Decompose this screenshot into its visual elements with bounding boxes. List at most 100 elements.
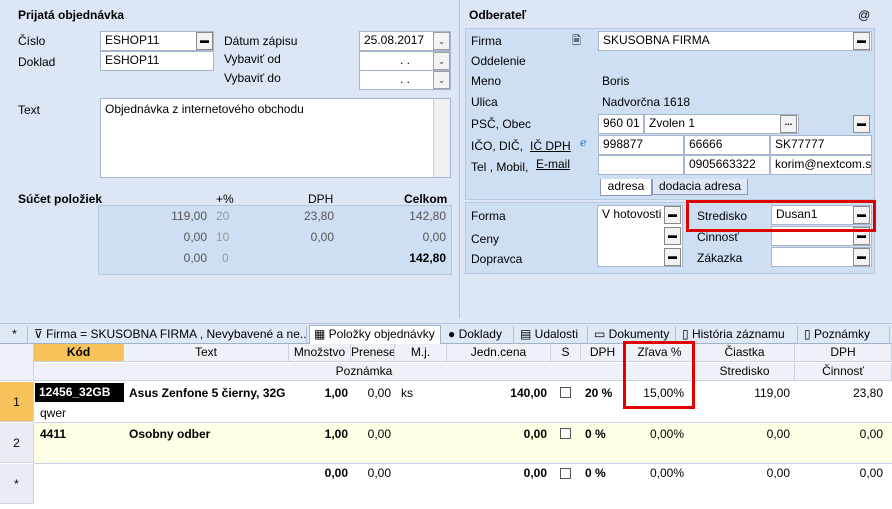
header-s[interactable]: S xyxy=(551,344,581,362)
summary-pct-3: 0 xyxy=(222,251,229,265)
row2-jedn-cena[interactable]: 0,00 xyxy=(447,425,547,443)
row2-mnozstvo[interactable]: 1,00 xyxy=(289,425,348,443)
obec-more-button[interactable]: ... xyxy=(780,115,797,133)
tab-star[interactable]: * xyxy=(2,326,28,344)
row1-text[interactable]: Asus Zenfone 5 čierny, 32G xyxy=(129,384,287,402)
row-indicator-2[interactable]: 2 xyxy=(0,423,34,463)
firma-input[interactable]: SKUSOBNA FIRMA xyxy=(598,31,872,51)
new-row-ciastka[interactable]: 0,00 xyxy=(695,457,790,489)
row2-text[interactable]: Osobny odber xyxy=(129,425,287,443)
new-row-jedn-cena[interactable]: 0,00 xyxy=(447,457,547,489)
dopravca-edit-button[interactable]: ▬ xyxy=(664,248,681,266)
row1-prenesene[interactable]: 0,00 xyxy=(351,384,391,402)
ico-input[interactable]: 998877 xyxy=(598,135,684,155)
summary-dph-1: 23,80 xyxy=(303,209,334,223)
forma-edit-button[interactable]: ▬ xyxy=(664,206,681,224)
row1-poznamka[interactable]: qwer xyxy=(40,404,640,422)
cislo-edit-button[interactable]: ▬ xyxy=(196,32,213,50)
header-kod[interactable]: Kód xyxy=(34,344,124,362)
doklad-input[interactable]: ESHOP11 xyxy=(100,51,214,71)
email-link[interactable]: E-mail xyxy=(536,157,570,171)
tab-polozky[interactable]: ▦ Položky objednávky xyxy=(309,325,441,345)
dic-input[interactable]: 66666 xyxy=(684,135,770,155)
history-icon: ▯ xyxy=(682,327,692,341)
zakazka-edit-button[interactable]: ▬ xyxy=(853,248,870,266)
summary-col-dph: DPH xyxy=(308,192,334,206)
row1-dph2[interactable]: 23,80 xyxy=(795,384,883,402)
udalosti-icon: ▤ xyxy=(520,327,535,341)
row1-mj[interactable]: ks xyxy=(401,384,441,402)
header-dph[interactable]: DPH xyxy=(581,344,625,362)
text-scrollbar[interactable] xyxy=(433,99,450,177)
obec-input[interactable]: Zvolen 1 xyxy=(644,114,799,134)
text-area[interactable]: Objednávka z internetového obchodu xyxy=(100,98,451,178)
vybavit-do-dropdown-icon[interactable]: ⌄ xyxy=(433,71,450,89)
obec-edit-button[interactable]: ▬ xyxy=(853,115,870,133)
row1-mnozstvo[interactable]: 1,00 xyxy=(289,384,348,402)
firma-lookup-icon[interactable]: 🗎 xyxy=(572,32,581,51)
row2-kod[interactable]: 4411 xyxy=(40,425,124,443)
tab-doklady[interactable]: ● Doklady xyxy=(444,326,514,344)
row1-ciastka[interactable]: 119,00 xyxy=(695,384,790,402)
row1-kod[interactable]: 12456_32GB xyxy=(35,383,124,402)
psc-input[interactable]: 960 01 xyxy=(598,114,644,134)
tab-polozky-label: Položky objednávky xyxy=(328,327,435,341)
new-row-s-checkbox[interactable] xyxy=(560,468,571,479)
row2-ciastka[interactable]: 0,00 xyxy=(695,425,790,443)
vybavit-od-dropdown-icon[interactable]: ⌄ xyxy=(433,52,450,70)
header-dph2[interactable]: DPH xyxy=(795,344,892,362)
tab-historia[interactable]: ▯ História záznamu xyxy=(678,326,798,344)
tab-filter[interactable]: ⊽ Firma = SKUSOBNA FIRMA , Nevybavené a … xyxy=(30,326,307,344)
row2-zlava[interactable]: 0,00% xyxy=(625,425,684,443)
row1-s-checkbox[interactable] xyxy=(560,387,571,398)
psc-label: PSČ, Obec xyxy=(471,117,532,131)
header-poznamka[interactable]: Poznámka xyxy=(34,363,695,381)
new-row-dph2[interactable]: 0,00 xyxy=(795,457,883,489)
panel-divider xyxy=(459,0,460,318)
firma-edit-button[interactable]: ▬ xyxy=(853,32,870,50)
row2-s-checkbox[interactable] xyxy=(560,428,571,439)
at-icon[interactable]: @ xyxy=(858,8,870,22)
summary-col-celkom: Celkom xyxy=(404,192,448,206)
summary-base-3: 0,00 xyxy=(183,251,207,265)
header-stredisko[interactable]: Stredisko xyxy=(695,363,795,381)
header-jedn-cena[interactable]: Jedn.cena xyxy=(447,344,551,362)
email-input[interactable]: korim@nextcom.s xyxy=(770,155,872,175)
tab-adresa[interactable]: adresa xyxy=(600,179,652,196)
new-row-zlava[interactable]: 0,00% xyxy=(625,457,684,489)
icdph-input[interactable]: SK77777 xyxy=(770,135,872,155)
meno-value[interactable]: Boris xyxy=(602,74,629,88)
summary-base-1: 119,00 xyxy=(171,209,207,223)
firma-label: Firma xyxy=(471,34,502,48)
summary-col-pct: +% xyxy=(216,192,234,206)
meno-label: Meno xyxy=(471,74,502,88)
summary-dph-2: 0,00 xyxy=(310,230,334,244)
new-row-mnozstvo[interactable]: 0,00 xyxy=(289,457,348,489)
datum-dropdown-icon[interactable]: ⌄ xyxy=(433,32,450,50)
header-mnozstvo[interactable]: Množstvo xyxy=(289,344,351,362)
row1-dph[interactable]: 20 % xyxy=(585,384,625,402)
row1-jedn-cena[interactable]: 140,00 xyxy=(447,384,547,402)
tab-dodacia-adresa[interactable]: dodacia adresa xyxy=(652,179,748,195)
new-row-prenesene[interactable]: 0,00 xyxy=(351,457,391,489)
header-ciastka[interactable]: Čiastka xyxy=(695,344,795,362)
tel-input[interactable] xyxy=(598,155,684,175)
header-prenesene[interactable]: Prenesei xyxy=(351,344,395,362)
row-indicator-new[interactable]: * xyxy=(0,464,34,504)
new-row-dph[interactable]: 0 % xyxy=(585,457,625,489)
header-mj[interactable]: M.j. xyxy=(395,344,447,362)
mobil-input[interactable]: 0905663322 xyxy=(684,155,770,175)
row2-prenesene[interactable]: 0,00 xyxy=(351,425,391,443)
header-text[interactable]: Text xyxy=(124,344,289,362)
icdph-link[interactable]: IČ DPH xyxy=(530,139,571,153)
tab-poznamky[interactable]: ▯ Poznámky xyxy=(800,326,890,344)
tab-udalosti[interactable]: ▤ Udalosti xyxy=(516,326,588,344)
ulica-value[interactable]: Nadvorčna 1618 xyxy=(602,95,690,109)
ceny-edit-button[interactable]: ▬ xyxy=(664,227,681,245)
row-indicator-1[interactable]: 1 xyxy=(0,382,34,422)
browser-icon[interactable]: ℯ xyxy=(580,136,587,149)
header-cinnost[interactable]: Činnosť xyxy=(795,363,892,381)
summary-pct-2: 10 xyxy=(216,230,230,244)
row2-dph[interactable]: 0 % xyxy=(585,425,625,443)
row2-dph2[interactable]: 0,00 xyxy=(795,425,883,443)
